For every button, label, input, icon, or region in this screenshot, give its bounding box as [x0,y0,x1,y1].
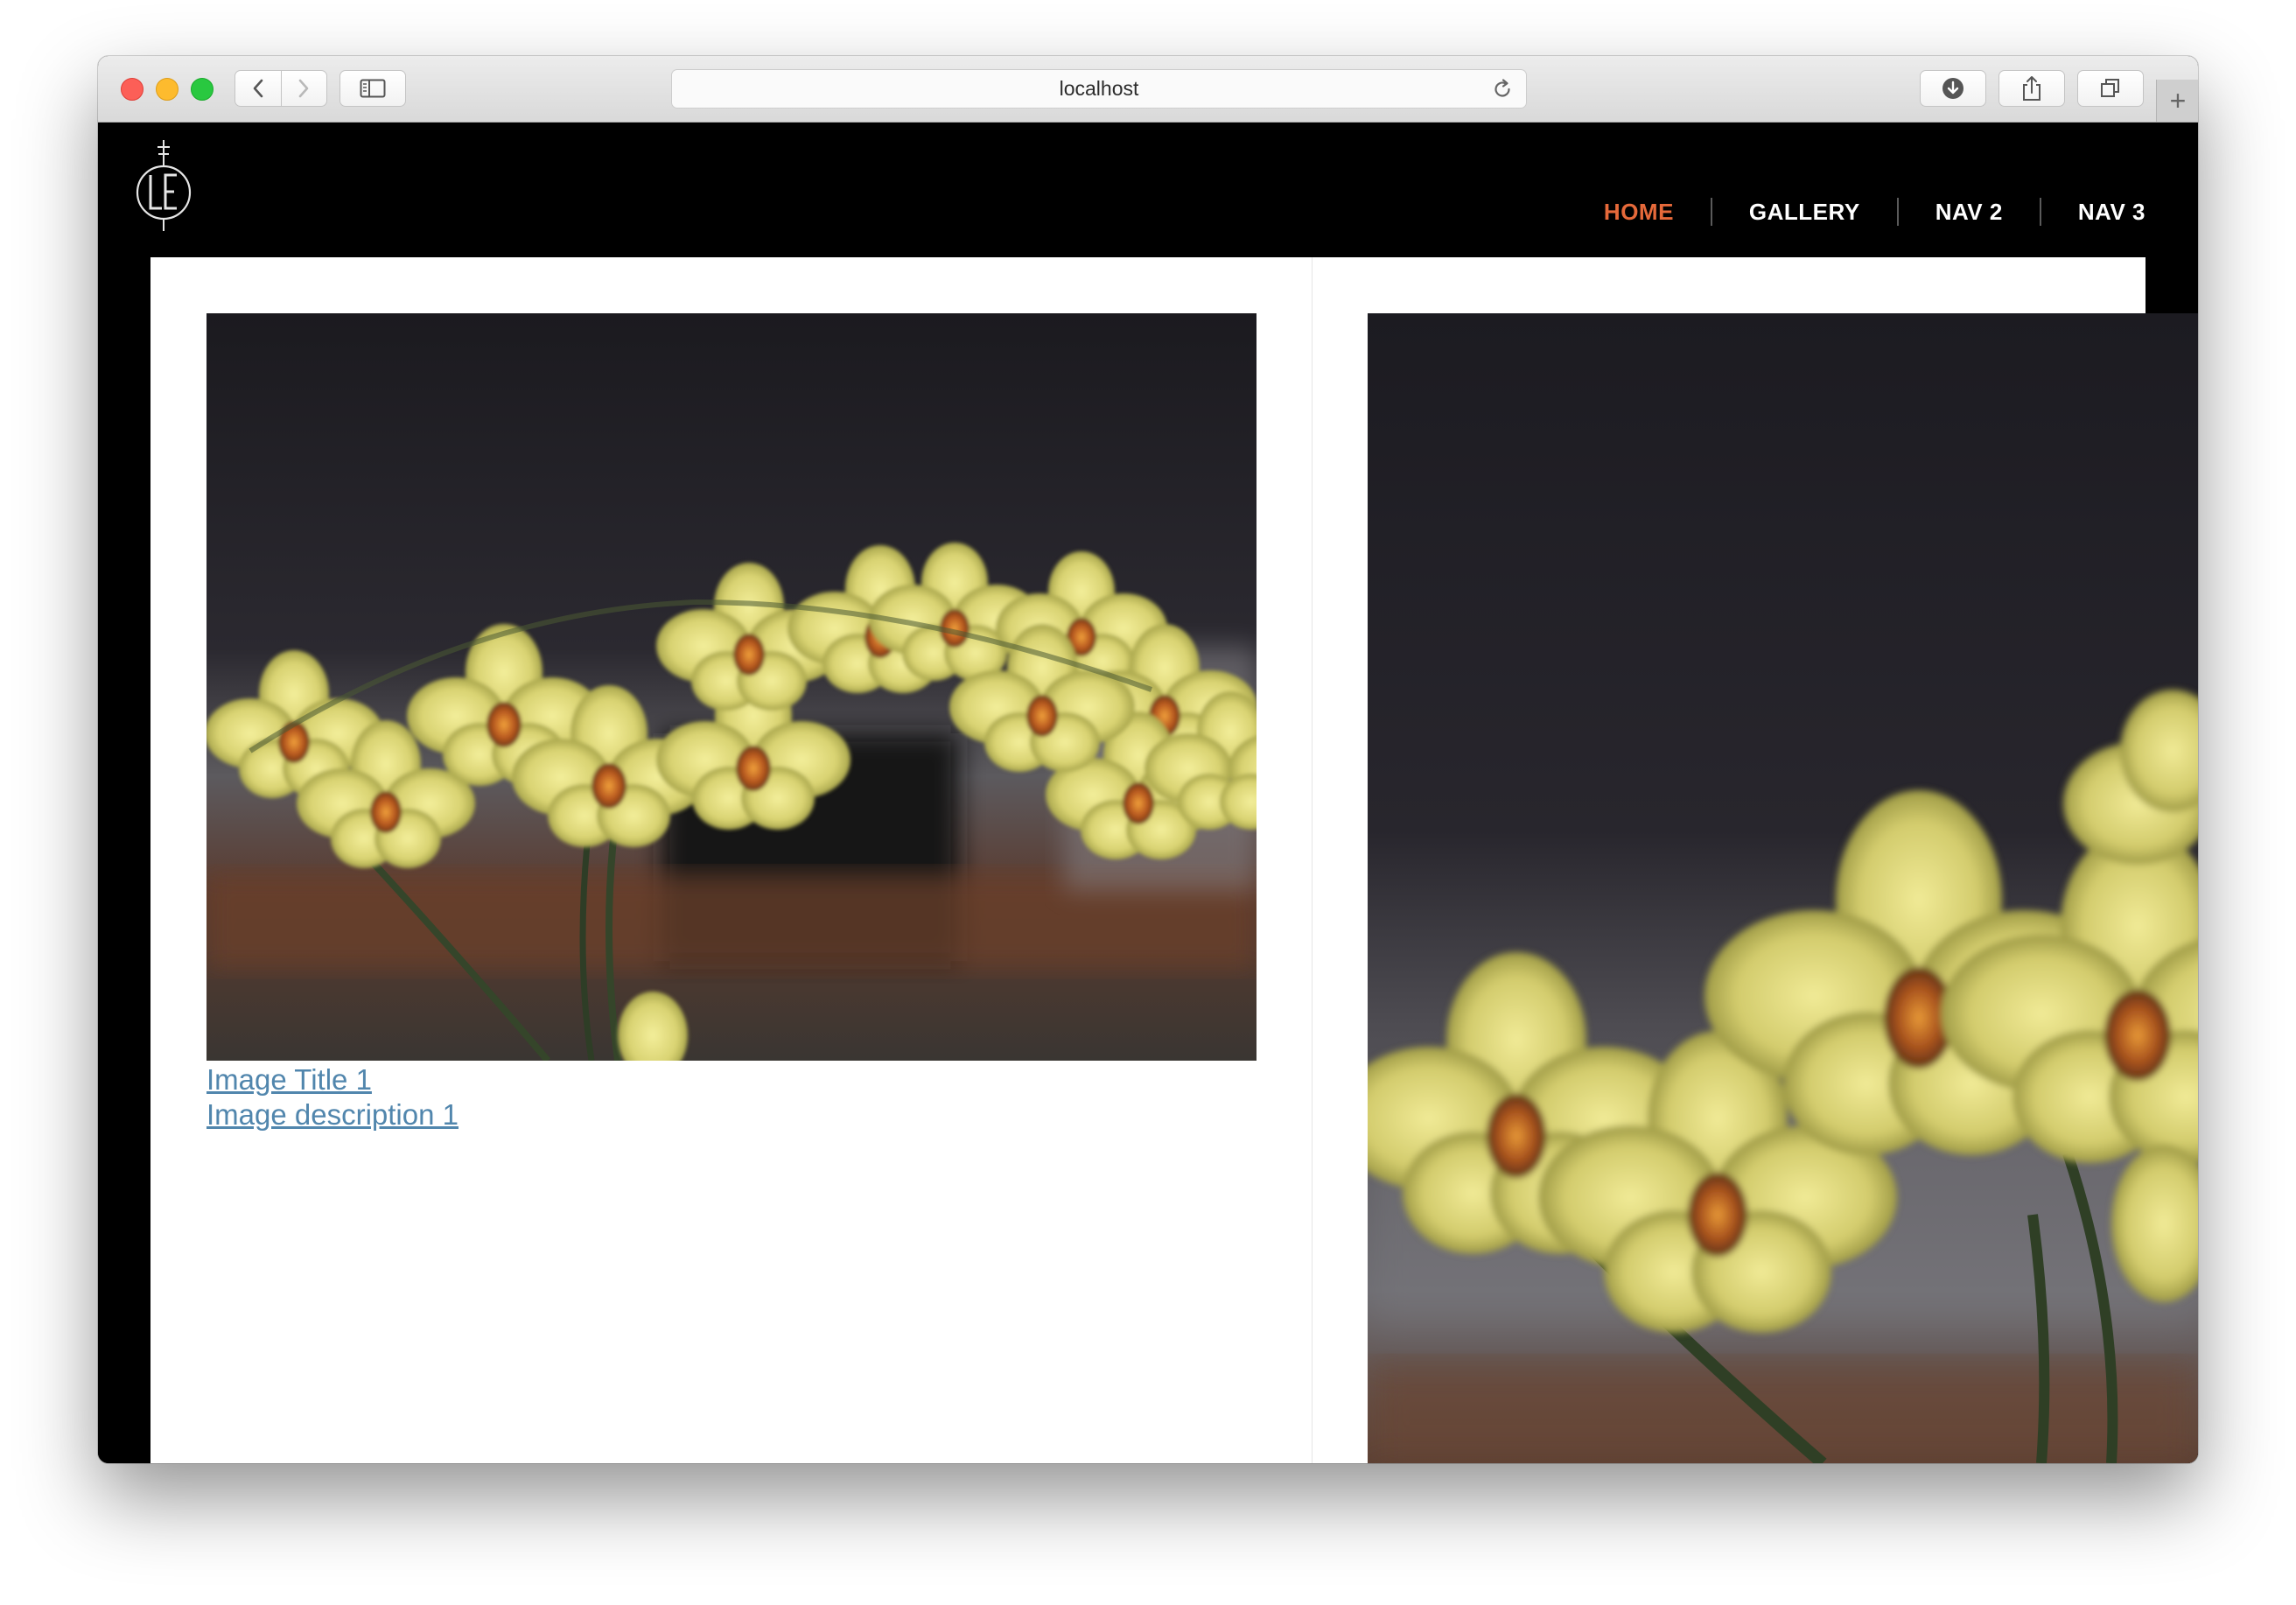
url-text: localhost [1059,77,1139,100]
tab-overview-button[interactable] [2077,70,2144,107]
download-icon [1942,78,1964,99]
gallery-image-2[interactable] [1368,313,2198,1463]
share-button[interactable] [1998,70,2065,107]
new-tab-button[interactable]: + [2156,80,2198,122]
zoom-window-button[interactable] [191,78,214,101]
minimize-window-button[interactable] [156,78,178,101]
chevron-left-icon [253,79,263,98]
site-logo[interactable] [133,138,194,233]
tabs-icon [2101,79,2119,97]
nav-3-link[interactable]: NAV 3 [2039,198,2146,226]
image-description-link[interactable]: Image description 1 [206,1097,458,1132]
close-window-button[interactable] [121,78,144,101]
address-bar[interactable]: localhost [671,69,1527,109]
reload-icon[interactable] [1491,78,1514,101]
chevron-right-icon [298,79,309,98]
orchid-photo-2 [1368,313,2198,1463]
history-navigation [234,70,327,107]
sidebar-icon [360,79,386,98]
forward-button[interactable] [280,71,327,106]
plus-icon: + [2169,84,2187,116]
nav-home-link[interactable]: HOME [1567,198,1711,226]
nav-2-link[interactable]: NAV 2 [1896,198,2040,226]
nav-gallery-link[interactable]: GALLERY [1710,198,1897,226]
browser-window: localhost + HOME GALLERY NAV 2 NAV 3 Ima… [98,56,2198,1463]
browser-toolbar: localhost + [98,56,2198,123]
web-page: HOME GALLERY NAV 2 NAV 3 Image Title 1 I… [98,123,2198,1463]
sidebar-button[interactable] [340,70,406,107]
back-button[interactable] [235,71,281,106]
share-icon [2023,76,2040,101]
image-title-link[interactable]: Image Title 1 [206,1062,372,1097]
main-navigation: HOME GALLERY NAV 2 NAV 3 [1567,198,2146,226]
orchid-photo-1 [206,313,1256,1061]
downloads-button[interactable] [1920,70,1986,107]
screen: localhost + HOME GALLERY NAV 2 NAV 3 Ima… [0,0,2296,1605]
gallery-panel: Image Title 1 Image description 1 [150,257,2198,1463]
gallery-image-1[interactable] [206,313,1256,1061]
